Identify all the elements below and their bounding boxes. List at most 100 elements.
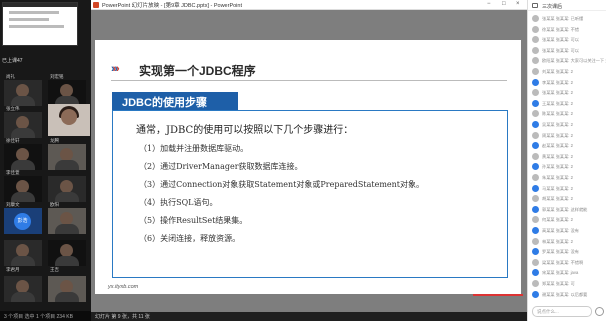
avatar <box>532 195 539 203</box>
chat-message-text: 张某某 张某某: 可以 <box>542 47 579 53</box>
participant-name: 李君月 <box>6 267 20 272</box>
chat-message-text: 梁某某 张某某: 不错啊 <box>542 259 584 265</box>
participant-video[interactable] <box>48 80 86 106</box>
chat-message-text: 郑某某 张某某: 可 <box>542 281 575 286</box>
chat-message-text: 赵某某 张某某: 2 <box>542 143 573 149</box>
chat-message-text: 林某某 张某某: 2 <box>542 238 573 244</box>
desktop-screen: 已上课47 尚礼 刘宏铭 张立伟 徐佳轩 龙腾 李佳萱 彭浩 刘康文 欧阳 李君… <box>0 0 606 321</box>
chat-message: 徐某某 张某某: 不错 <box>532 25 606 35</box>
step-item: （5）操作ResultSet结果集。 <box>139 216 248 225</box>
teacher-video[interactable] <box>48 104 90 136</box>
avatar <box>532 46 539 54</box>
minimize-button[interactable]: − <box>487 1 491 7</box>
chat-header: 三次课后 <box>528 0 606 11</box>
chat-message: 朱某某 张某某: 2 <box>532 174 606 183</box>
chat-message: 张某某 张某某: 2 <box>532 89 606 98</box>
slide-title: 实现第一个JDBC程序 <box>139 64 256 78</box>
chat-message: 欧阳某 张某某: 大家可以关注一下 对应的方法 <box>532 57 606 66</box>
chat-message-text: 李某某 张某某: 2 <box>542 79 573 85</box>
avatar <box>532 184 539 192</box>
chat-input[interactable]: 说点什么... <box>532 306 592 317</box>
avatar <box>532 131 539 139</box>
chat-message-text: 欧阳某 张某某: 大家可以关注一下 对应的方法 <box>542 58 606 64</box>
participant-name: 王吉 <box>50 267 59 272</box>
avatar <box>532 89 539 97</box>
chat-message-text: 胡某某 张某某: 2 <box>542 196 573 202</box>
chat-message-text: 黄某某 张某某: 2 <box>542 153 573 159</box>
avatar <box>532 237 539 245</box>
close-button[interactable]: × <box>516 1 520 7</box>
maximize-button[interactable]: □ <box>502 1 506 7</box>
chat-message-text: 高某某 张某某: 没有 <box>542 228 579 233</box>
avatar <box>532 68 539 75</box>
avatar <box>532 78 539 86</box>
slideshow-area[interactable]: ›››› 实现第一个JDBC程序 JDBC的使用步骤 通常，JDBC的使用可以按… <box>91 10 527 312</box>
participant-video[interactable] <box>48 240 86 266</box>
avatar <box>532 152 539 160</box>
chat-message: 郭某某 张某某: 这样就能 <box>532 205 606 215</box>
avatar <box>532 57 539 65</box>
chat-message: 马某某 张某某: 2 <box>532 184 606 194</box>
avatar <box>532 174 539 181</box>
emoji-icon[interactable] <box>595 307 604 316</box>
avatar <box>532 15 539 22</box>
chat-message-text: 朱某某 张某某: 2 <box>542 175 573 180</box>
avatar <box>532 36 539 44</box>
chat-message: 郑某某 张某某: 可 <box>532 280 606 289</box>
intro-text: 通常，JDBC的使用可以按照以下几个步骤进行： <box>136 125 354 136</box>
title-divider <box>111 80 507 81</box>
participant-video[interactable] <box>48 276 86 302</box>
participant-name: 刘宏铭 <box>50 74 64 79</box>
chat-message: 何某某 张某某: 2 <box>532 216 606 225</box>
participant-name: 欧阳 <box>50 202 59 207</box>
chat-message: 陈某某 张某某: 2 <box>532 110 606 119</box>
participant-video-panel: 已上课47 尚礼 刘宏铭 张立伟 徐佳轩 龙腾 李佳萱 彭浩 刘康文 欧阳 李君… <box>0 0 92 311</box>
avatar <box>532 269 539 277</box>
participant-video[interactable] <box>48 144 86 170</box>
participant-video[interactable] <box>4 240 42 266</box>
section-title: JDBC的使用步骤 <box>122 97 207 109</box>
avatar <box>532 99 539 107</box>
avatar: 彭浩 <box>14 213 31 230</box>
chat-message: 黄某某 张某某: 2 <box>532 152 606 162</box>
chat-message: 周某某 张某某: 2 <box>532 131 606 141</box>
chat-title: 三次课后 <box>542 4 563 10</box>
chat-message: 吴某某 张某某: 2 <box>532 121 606 130</box>
participant-video[interactable] <box>4 144 42 170</box>
powerpoint-icon <box>93 2 99 8</box>
chat-message-text: 马某某 张某某: 2 <box>542 185 573 191</box>
chat-message: 孙某某 张某某: 2 <box>532 163 606 172</box>
chat-message: 高某某 张某某: 没有 <box>532 227 606 236</box>
avatar <box>532 290 539 298</box>
participant-video[interactable] <box>48 208 86 234</box>
step-item: （1）加载并注册数据库驱动。 <box>139 144 249 153</box>
avatar <box>532 142 539 150</box>
avatar <box>532 258 539 266</box>
participant-name: 刘康文 <box>6 202 20 207</box>
avatar <box>532 248 539 256</box>
chat-message: 宋某某 张某某: java <box>532 269 606 278</box>
chat-message: 赵某某 张某某: 2 <box>532 142 606 151</box>
slide[interactable]: ›››› 实现第一个JDBC程序 JDBC的使用步骤 通常，JDBC的使用可以按… <box>95 40 521 294</box>
participant-video[interactable] <box>4 80 42 106</box>
participant-video[interactable] <box>48 176 86 202</box>
slide-counter: 幻灯片 第 9 张，共 11 张 <box>95 314 150 320</box>
chevron-icon: ›››› <box>111 63 119 75</box>
participant-name: 李佳萱 <box>6 170 20 175</box>
participant-video[interactable]: 彭浩 <box>4 208 42 234</box>
chat-message-text: 宋某某 张某某: java <box>542 270 579 276</box>
participant-video[interactable] <box>4 176 42 202</box>
participant-video[interactable] <box>4 276 42 302</box>
chat-message-text: 王某某 张某某: 2 <box>542 100 573 106</box>
chat-message: 刘某某 张某某: 2 <box>532 68 606 77</box>
powerpoint-window: PowerPoint 幻灯片放映 - [第9章 JDBC.pptx] - Pow… <box>91 0 527 321</box>
chat-message-text: 张某某 张某某: 已听懂 <box>542 16 584 21</box>
avatar <box>532 110 539 118</box>
chat-message-text: 何某某 张某某: 2 <box>542 217 573 223</box>
watermark: yx.ityxb.com <box>108 284 139 290</box>
shared-screen-thumbnail[interactable] <box>2 2 78 46</box>
chat-message: 梁某某 张某某: 不错啊 <box>532 258 606 268</box>
participant-video[interactable] <box>4 112 42 138</box>
chat-message-text: 徐某某 张某某: 不错 <box>542 26 579 32</box>
chat-message: 王某某 张某某: 2 <box>532 99 606 109</box>
